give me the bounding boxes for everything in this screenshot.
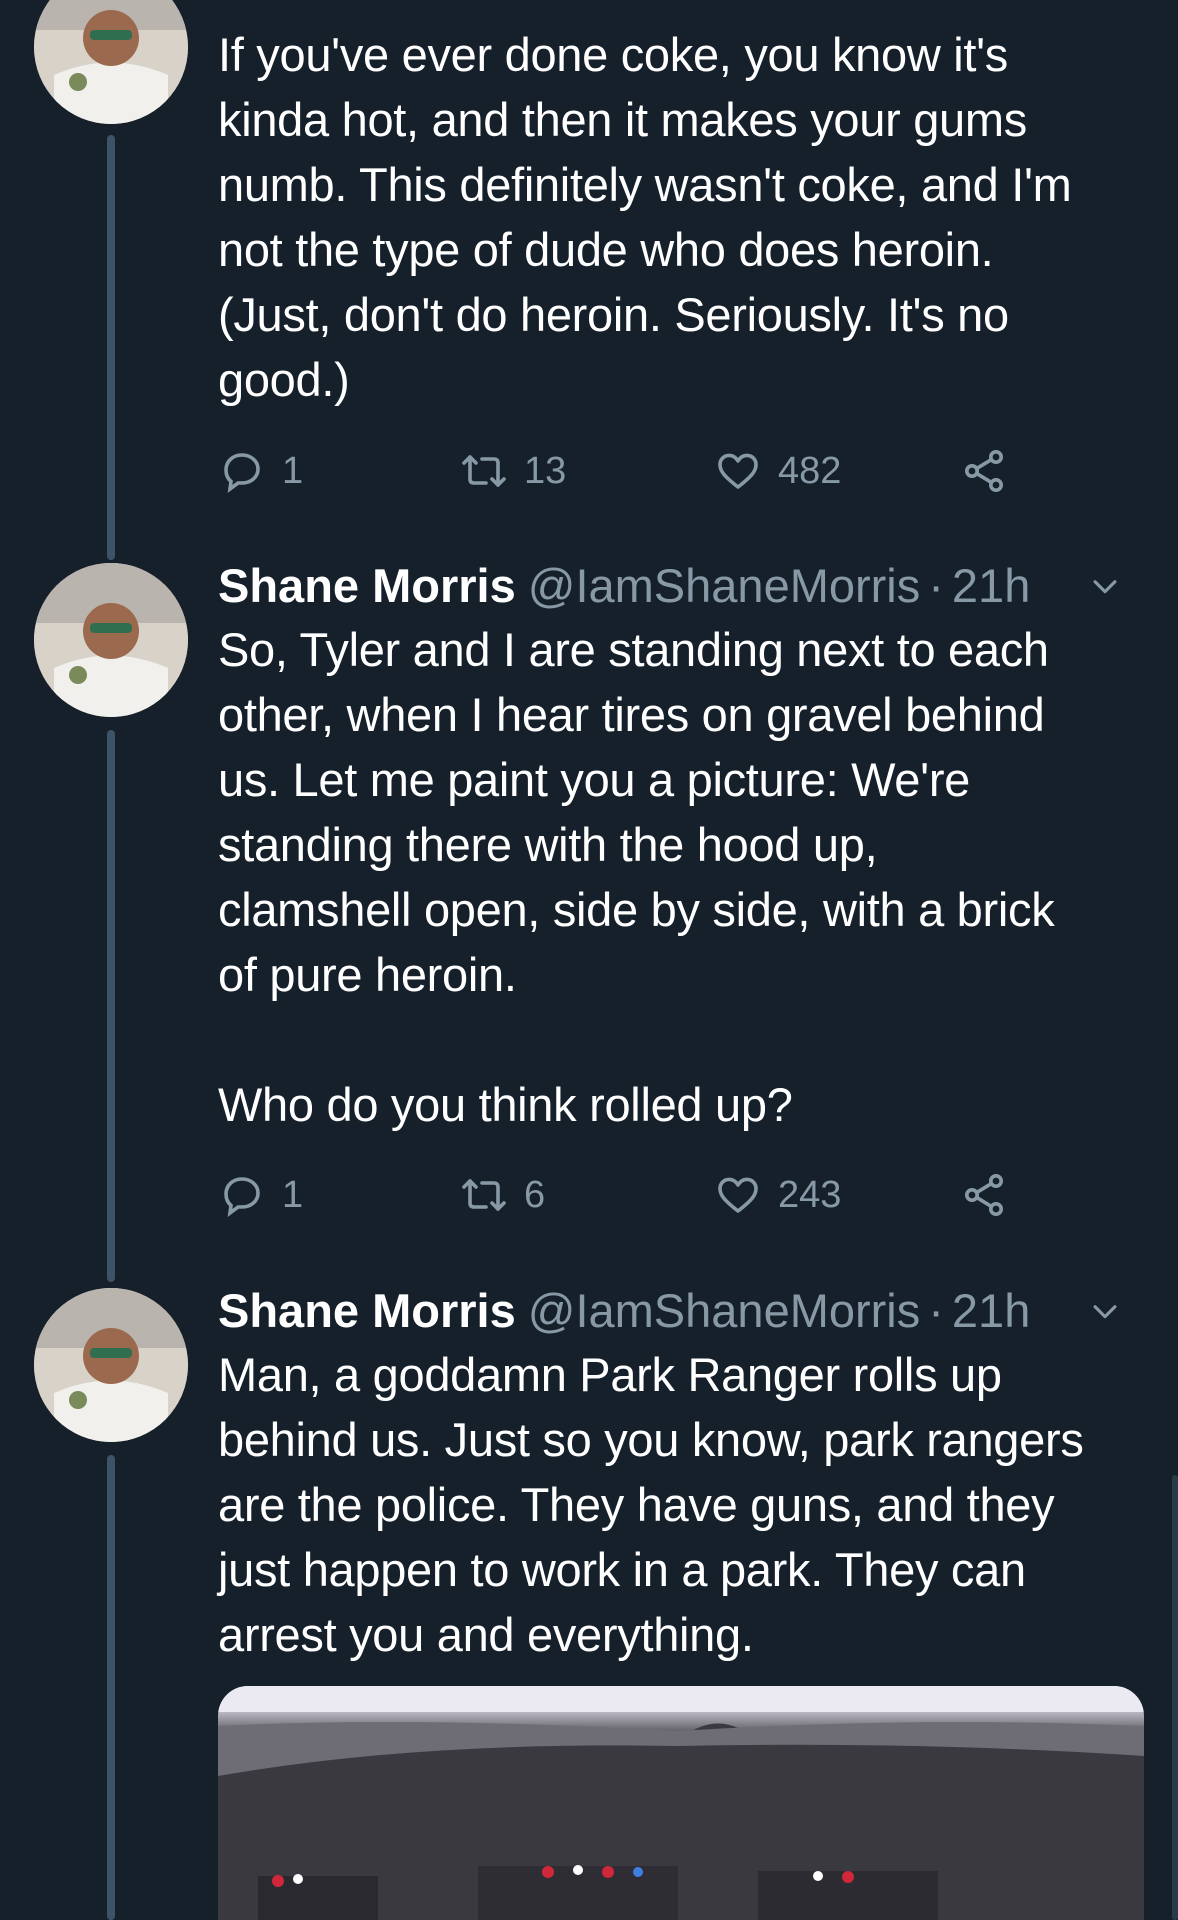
retweet-button[interactable]: 13	[460, 446, 566, 496]
caret-down-icon[interactable]	[1088, 569, 1122, 603]
share-icon	[965, 450, 1003, 492]
tweet-header: Shane Morris @IamShaneMorris · 21h	[218, 1280, 1154, 1340]
caret-down-icon[interactable]	[1088, 1294, 1122, 1328]
separator-dot: ·	[928, 558, 944, 612]
like-button[interactable]: 482	[714, 446, 841, 496]
share-button[interactable]	[960, 446, 1024, 496]
author-handle[interactable]: @IamShaneMorris	[528, 558, 921, 613]
tweet-text: Man, a goddamn Park Ranger rolls up behi…	[218, 1348, 1084, 1661]
like-count: 243	[778, 1173, 842, 1216]
thread-line	[107, 1455, 115, 1920]
tweet-text: So, Tyler and I are standing next to eac…	[218, 623, 1055, 1131]
scrollbar[interactable]	[1172, 1475, 1178, 1920]
avatar[interactable]	[34, 563, 188, 717]
thread-line	[107, 135, 115, 560]
share-button[interactable]	[960, 1170, 1024, 1220]
retweet-count: 13	[524, 449, 567, 492]
timestamp[interactable]: 21h	[952, 1283, 1030, 1338]
reply-icon	[224, 1177, 260, 1218]
reply-icon	[224, 453, 260, 494]
separator-dot: ·	[928, 1283, 944, 1337]
reply-button[interactable]: 1	[218, 1170, 303, 1220]
reply-count: 1	[282, 449, 304, 492]
timestamp[interactable]: 21h	[952, 558, 1030, 613]
retweet-icon	[462, 1179, 506, 1211]
share-icon	[965, 1174, 1003, 1216]
reply-button[interactable]: 1	[218, 446, 303, 496]
like-count: 482	[778, 449, 842, 492]
like-icon	[718, 453, 758, 489]
thread-line	[107, 730, 115, 1282]
tweet-actions: 1 6 243	[218, 1170, 1018, 1220]
like-icon	[718, 1177, 758, 1213]
avatar[interactable]	[34, 1288, 188, 1442]
retweet-icon	[462, 455, 506, 487]
author-handle[interactable]: @IamShaneMorris	[528, 1283, 921, 1338]
author-name[interactable]: Shane Morris	[218, 1283, 516, 1338]
tweet-header: Shane Morris @IamShaneMorris · 21h	[218, 555, 1154, 615]
retweet-count: 6	[524, 1173, 546, 1216]
tweet-text: If you've ever done coke, you know it's …	[218, 28, 1072, 406]
reply-count: 1	[282, 1173, 304, 1216]
tweet-actions: 1 13 482	[218, 446, 1018, 496]
author-name[interactable]: Shane Morris	[218, 558, 516, 613]
avatar[interactable]	[34, 0, 188, 124]
tweet-media-image[interactable]	[218, 1686, 1144, 1920]
media-photo	[218, 1686, 1144, 1920]
retweet-button[interactable]: 6	[460, 1170, 545, 1220]
like-button[interactable]: 243	[714, 1170, 841, 1220]
